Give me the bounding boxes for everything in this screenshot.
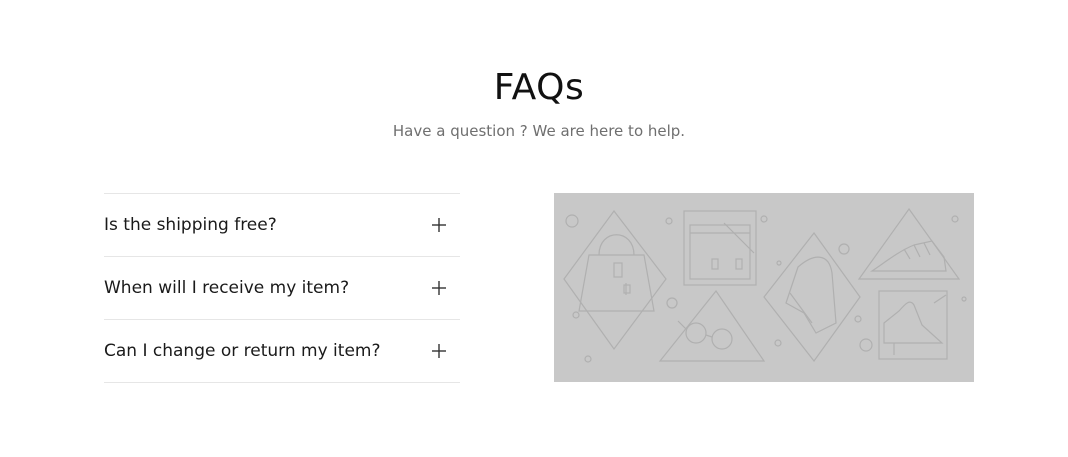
plus-icon[interactable] [431, 217, 447, 233]
faq-illustration [554, 193, 974, 382]
faq-question: Can I change or return my item? [104, 341, 381, 361]
sunglasses-icon [685, 322, 707, 344]
page-subtitle: Have a question ? We are here to help. [392, 122, 686, 140]
faq-item-delivery[interactable]: When will I receive my item? [104, 257, 460, 320]
page-title: FAQs [493, 67, 585, 108]
products-line-art [563, 207, 967, 363]
diamond-frame [763, 231, 861, 363]
plus-icon[interactable] [431, 280, 447, 296]
faq-accordion: Is the shipping free? When will I receiv… [104, 193, 460, 383]
faq-item-shipping[interactable]: Is the shipping free? [104, 194, 460, 257]
diamond-frame [563, 209, 667, 351]
triangle-frame [857, 207, 961, 280]
square-frame [683, 210, 757, 286]
faq-question: When will I receive my item? [104, 278, 350, 298]
heel-icon [883, 301, 944, 344]
faq-question: Is the shipping free? [104, 215, 277, 235]
plus-icon[interactable] [431, 343, 447, 359]
triangle-frame [658, 289, 766, 362]
faq-item-returns[interactable]: Can I change or return my item? [104, 320, 460, 383]
faq-header: FAQs Have a question ? We are here to he… [0, 64, 1068, 141]
